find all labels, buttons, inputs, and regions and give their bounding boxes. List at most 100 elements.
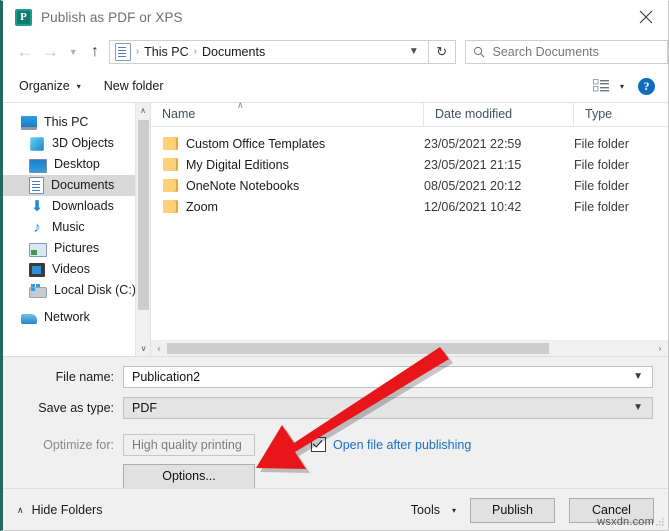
network-icon — [21, 314, 37, 324]
tree-scroll-thumb[interactable] — [138, 120, 149, 310]
documents-icon — [29, 177, 44, 194]
tools-chevron-down-icon: ▾ — [451, 505, 456, 515]
open-after-publishing-label[interactable]: Open file after publishing — [333, 438, 471, 452]
desktop-icon — [29, 158, 47, 173]
refresh-button[interactable]: ↻ — [428, 39, 456, 64]
file-type: File folder — [574, 178, 629, 193]
publish-button[interactable]: Publish — [470, 497, 555, 523]
view-chevron-down-icon[interactable]: ▾ — [620, 82, 624, 91]
options-button[interactable]: Options... — [123, 464, 255, 489]
file-date-modified: 23/05/2021 22:59 — [424, 136, 522, 151]
search-box[interactable]: Search Documents — [464, 39, 668, 64]
sidebar-item-documents[interactable]: Documents — [3, 175, 150, 196]
tree-scrollbar[interactable]: ∧ ∨ — [135, 103, 150, 356]
pictures-icon — [29, 242, 47, 257]
publisher-icon: P — [15, 8, 32, 26]
search-input[interactable]: Search Documents — [493, 45, 599, 59]
column-header-type[interactable]: Type — [574, 103, 654, 126]
close-button[interactable] — [623, 1, 668, 32]
folder-icon — [163, 158, 178, 171]
sidebar-item-3d-objects[interactable]: 3D Objects — [3, 133, 150, 154]
breadcrumb-item-documents[interactable]: Documents — [202, 45, 265, 59]
publish-as-pdf-dialog: P Publish as PDF or XPS ← → ▼ ↑ › This P… — [0, 0, 669, 531]
options-row: Options... — [3, 464, 668, 489]
list-view-icon — [592, 78, 609, 91]
sidebar-item-label: 3D Objects — [52, 136, 114, 151]
file-list-pane: ∧ Name Date modified Type Custom Office … — [151, 100, 668, 356]
file-date-modified: 12/06/2021 10:42 — [424, 199, 522, 214]
resize-grip-icon[interactable] — [656, 518, 665, 527]
column-headers: ∧ Name Date modified Type — [151, 100, 668, 127]
save-as-type-row: Save as type: PDF ▼ — [3, 396, 668, 419]
folder-icon — [163, 137, 178, 150]
tree-scroll-down-button[interactable]: ∨ — [136, 341, 151, 356]
file-date-modified: 08/05/2021 20:12 — [424, 178, 522, 193]
open-after-publishing-checkbox[interactable] — [311, 437, 326, 452]
folder-icon — [163, 200, 178, 213]
file-name-input[interactable]: Publication2 ▼ — [123, 365, 653, 388]
sidebar-item-label: Videos — [52, 262, 90, 277]
sort-ascending-icon: ∧ — [237, 100, 244, 110]
hscroll-left-button[interactable]: ‹ — [151, 344, 167, 353]
save-as-type-value: PDF — [132, 400, 157, 415]
sidebar-item-pictures[interactable]: Pictures — [3, 238, 150, 259]
file-type: File folder — [574, 157, 629, 172]
title-bar: P Publish as PDF or XPS — [3, 1, 668, 33]
up-arrow-icon[interactable]: ↑ — [83, 43, 107, 60]
table-row[interactable]: OneNote Notebooks 08/05/2021 20:12 File … — [151, 175, 668, 196]
breadcrumb-item-this-pc[interactable]: This PC — [144, 45, 188, 59]
file-name: OneNote Notebooks — [186, 178, 300, 193]
sidebar-item-label: Documents — [51, 178, 115, 193]
table-row[interactable]: My Digital Editions 23/05/2021 21:15 Fil… — [151, 154, 668, 175]
documents-folder-icon — [114, 42, 131, 61]
forward-arrow-icon[interactable]: → — [38, 43, 64, 60]
sidebar-item-network[interactable]: Network — [3, 307, 150, 328]
address-bar[interactable]: › This PC › Documents ▼ — [108, 39, 429, 64]
downloads-icon: ⬇ — [30, 197, 44, 215]
tools-button[interactable]: Tools ▾ — [411, 503, 456, 517]
sidebar-item-this-pc[interactable]: This PC — [3, 112, 150, 133]
sidebar-item-videos[interactable]: Videos — [3, 259, 150, 280]
recent-locations-chevron-down-icon[interactable]: ▼ — [63, 47, 83, 57]
sidebar-item-label: Local Disk (C:) — [54, 283, 136, 298]
file-name-label: File name: — [55, 369, 114, 384]
sidebar-item-desktop[interactable]: Desktop — [3, 154, 150, 175]
horizontal-scrollbar[interactable]: ‹ › — [151, 340, 668, 356]
address-chevron-down-icon[interactable]: ▼ — [409, 46, 428, 57]
dialog-footer: ∧ Hide Folders Tools ▾ Publish Cancel — [3, 489, 668, 530]
tree-scroll-up-button[interactable]: ∧ — [136, 103, 150, 118]
hide-folders-button[interactable]: ∧ Hide Folders — [17, 503, 102, 517]
sidebar-item-music[interactable]: ♪ Music — [3, 217, 150, 238]
hide-folders-label: Hide Folders — [31, 503, 103, 517]
organize-button[interactable]: Organize ▾ — [12, 76, 88, 96]
back-arrow-icon[interactable]: ← — [12, 43, 38, 60]
table-row[interactable]: Zoom 12/06/2021 10:42 File folder — [151, 196, 668, 217]
this-pc-icon — [21, 116, 37, 130]
help-icon[interactable]: ? — [638, 77, 655, 95]
change-view-button[interactable] — [592, 78, 610, 94]
table-row[interactable]: Custom Office Templates 23/05/2021 22:59… — [151, 133, 668, 154]
hide-folders-chevron-up-icon: ∧ — [17, 504, 24, 515]
optimize-for-value: High quality printing — [123, 433, 255, 456]
sidebar-item-downloads[interactable]: ⬇ Downloads — [3, 196, 150, 217]
organize-label: Organize — [19, 79, 70, 93]
videos-icon — [29, 263, 45, 277]
hscroll-right-button[interactable]: › — [652, 344, 668, 353]
column-header-date-modified[interactable]: Date modified — [424, 103, 574, 126]
save-as-type-select[interactable]: PDF ▼ — [123, 396, 653, 419]
file-name: My Digital Editions — [186, 157, 289, 172]
hscroll-thumb[interactable] — [167, 343, 549, 354]
file-name-chevron-down-icon[interactable]: ▼ — [633, 371, 652, 382]
publisher-icon-letter: P — [20, 10, 27, 23]
column-header-name[interactable]: Name — [151, 103, 424, 126]
music-icon: ♪ — [33, 218, 41, 236]
sidebar-item-label: Desktop — [54, 157, 100, 172]
browser-body: This PC 3D Objects Desktop Documents ⬇ D… — [3, 100, 668, 356]
new-folder-button[interactable]: New folder — [97, 76, 171, 96]
save-as-type-chevron-down-icon[interactable]: ▼ — [633, 402, 652, 413]
sidebar-item-local-disk[interactable]: Local Disk (C:) — [3, 280, 150, 301]
sidebar-item-label: Downloads — [52, 199, 114, 214]
file-type: File folder — [574, 136, 629, 151]
open-after-publishing-row[interactable]: Open file after publishing — [311, 437, 471, 452]
file-name-row: File name: Publication2 ▼ — [3, 365, 668, 388]
